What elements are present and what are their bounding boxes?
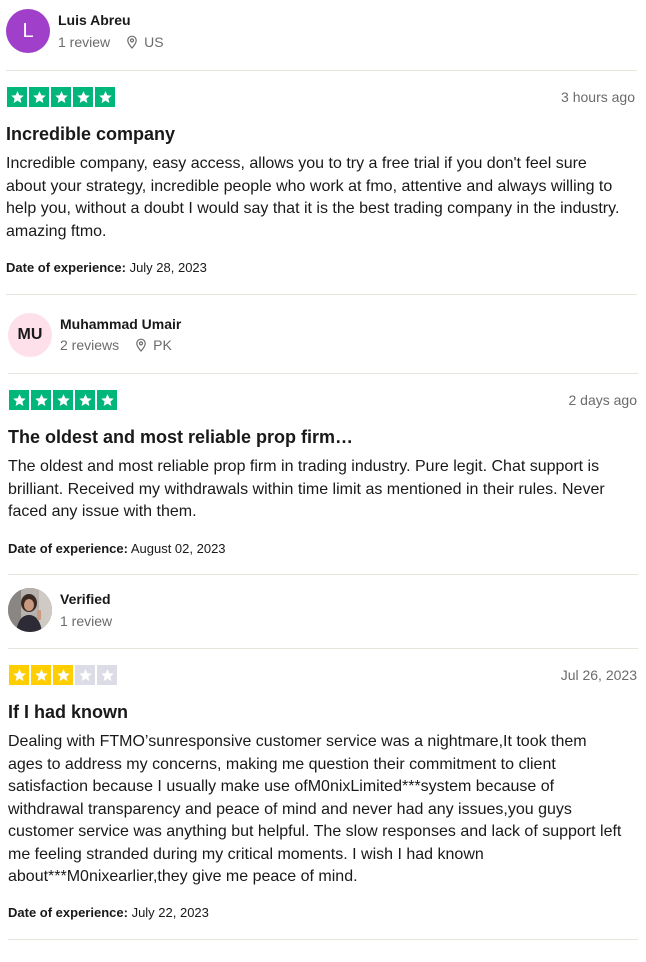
reviewer-meta: 2 reviews PK [60,337,172,353]
review-title[interactable]: If I had known [8,702,128,723]
review-count: 1 review [58,34,111,50]
star-empty-icon [75,665,95,685]
star-filled-icon [31,665,51,685]
star-filled-icon [53,390,73,410]
review-title[interactable]: Incredible company [6,124,175,145]
date-of-experience-value: July 28, 2023 [129,260,207,275]
location-pin-icon [126,35,138,49]
star-rating [9,390,117,410]
star-empty-icon [97,665,117,685]
review-count: 1 review [60,613,113,629]
star-filled-icon [95,87,115,107]
date-of-experience-value: July 22, 2023 [131,905,209,920]
avatar-initials: MU [17,326,43,343]
review-body: Incredible company, easy access, allows … [6,155,620,240]
reviewer-name[interactable]: Muhammad Umair [60,316,181,332]
star-filled-icon [75,390,95,410]
review-date: Jul 26, 2023 [560,667,637,683]
reviewer-name[interactable]: Luis Abreu [58,12,131,28]
star-filled-icon [31,390,51,410]
review-body: Dealing with FTMO’sunresponsive customer… [8,733,622,885]
star-rating [9,665,117,685]
divider [8,939,638,940]
avatar-initials: L [22,19,34,42]
date-of-experience: Date of experience: July 28, 2023 [6,260,207,275]
avatar[interactable] [8,588,52,632]
review-date: 2 days ago [568,392,638,408]
star-filled-icon [9,390,29,410]
date-of-experience-value: August 02, 2023 [130,541,226,556]
location-pin-icon [135,338,147,352]
star-filled-icon [7,87,27,107]
reviewer-meta: 1 review US [58,34,164,50]
reviewer-meta: 1 review [60,613,112,629]
star-filled-icon [29,87,49,107]
date-of-experience-label: Date of experience: [6,260,126,275]
date-of-experience: Date of experience: August 02, 2023 [8,541,226,556]
star-filled-icon [73,87,93,107]
reviewer-photo [8,588,52,632]
star-filled-icon [51,87,71,107]
date-of-experience-label: Date of experience: [8,541,128,556]
star-rating [7,87,115,107]
review-body: The oldest and most reliable prop firm i… [8,458,605,520]
review-title[interactable]: The oldest and most reliable prop firm… [8,427,353,448]
reviewer-country: US [144,34,164,50]
avatar[interactable]: L [6,9,50,53]
divider [8,373,638,374]
divider [6,70,637,71]
divider [8,648,638,649]
star-filled-icon [97,390,117,410]
reviewer-country: PK [153,337,172,353]
date-of-experience-label: Date of experience: [8,905,128,920]
divider [6,294,637,295]
reviewer-name[interactable]: Verified [60,591,111,607]
star-filled-icon [53,665,73,685]
review-count: 2 reviews [60,337,120,353]
star-filled-icon [9,665,29,685]
review-date: 3 hours ago [561,89,635,105]
divider [8,574,638,575]
avatar[interactable]: MU [8,313,52,357]
date-of-experience: Date of experience: July 22, 2023 [8,905,209,920]
